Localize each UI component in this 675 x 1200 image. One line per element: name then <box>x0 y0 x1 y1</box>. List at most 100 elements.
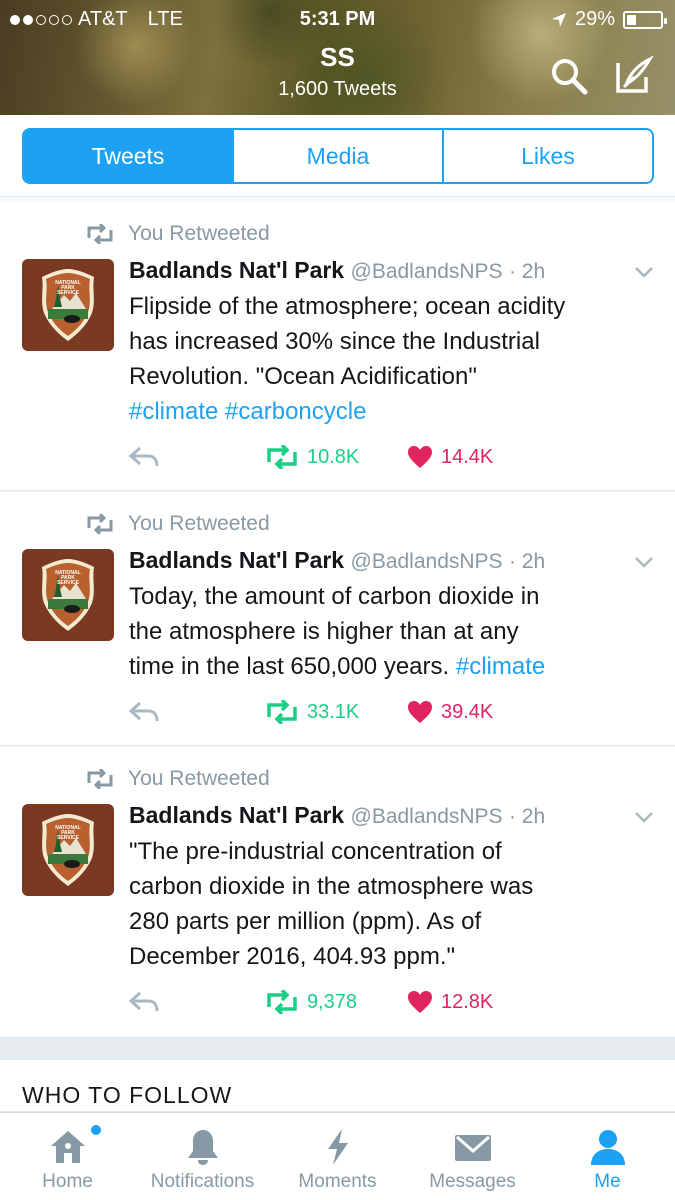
author-handle[interactable]: @BadlandsNPS <box>351 550 503 573</box>
battery-percent: 29% <box>574 8 615 30</box>
svg-text:SERVICE: SERVICE <box>57 835 80 841</box>
avatar[interactable]: NATIONAL PARK SERVICE <box>22 259 114 351</box>
location-arrow-icon <box>551 12 566 27</box>
nps-arrowhead-logo: NATIONAL PARK SERVICE <box>42 814 94 886</box>
search-icon[interactable] <box>548 55 590 97</box>
nav-moments[interactable]: Moments <box>270 1113 405 1200</box>
status-bar: AT&T LTE 5:31 PM 29% <box>0 6 675 34</box>
tweet-text: Today, the amount of carbon dioxide in t… <box>129 579 669 684</box>
retweet-button[interactable]: 33.1K <box>265 700 407 724</box>
retweet-label: You Retweeted <box>128 222 270 245</box>
tweet-card[interactable]: You Retweeted NATIONAL PARK SERVICE Badl… <box>0 492 675 746</box>
tweet-text: "The pre-industrial concentration of car… <box>129 834 659 974</box>
tweet-line: December 2016, 404.93 ppm." <box>129 943 456 970</box>
tweet-line: carbon dioxide in the atmosphere was <box>129 873 534 900</box>
nps-arrowhead-logo: NATIONAL PARK SERVICE <box>42 269 94 341</box>
nps-arrowhead-logo: NATIONAL PARK SERVICE <box>42 559 94 631</box>
tweet-line: "The pre-industrial concentration of <box>129 838 502 865</box>
author-name[interactable]: Badlands Nat'l Park <box>129 802 344 828</box>
nav-messages[interactable]: Messages <box>405 1113 540 1200</box>
tweet-card[interactable]: You Retweeted NATIONAL PARK SERVICE Badl… <box>0 202 675 491</box>
bottom-tab-bar: Home Notifications Moments Messages Me <box>0 1112 675 1200</box>
retweet-context: You Retweeted <box>86 767 270 791</box>
nav-notifications[interactable]: Notifications <box>135 1113 270 1200</box>
retweet-count: 10.8K <box>307 445 360 468</box>
tab-likes[interactable]: Likes <box>444 130 652 182</box>
tab-tweets[interactable]: Tweets <box>24 130 234 182</box>
person-icon <box>590 1130 625 1165</box>
hashtag-link[interactable]: #climate <box>456 653 545 680</box>
retweet-context: You Retweeted <box>86 512 270 536</box>
profile-header: AT&T LTE 5:31 PM 29% SS 1,600 Tweets <box>0 0 675 115</box>
profile-tabs: Tweets Media Likes <box>22 128 654 184</box>
reply-button[interactable] <box>129 446 265 468</box>
compose-tweet-icon[interactable] <box>612 55 654 97</box>
nav-label: Notifications <box>150 1171 255 1192</box>
who-to-follow-heading: WHO TO FOLLOW <box>22 1082 233 1108</box>
bell-icon <box>187 1130 218 1165</box>
like-count: 12.8K <box>441 990 494 1013</box>
tweet-actions: 10.8K 14.4K <box>129 445 493 469</box>
like-button[interactable]: 39.4K <box>407 700 493 724</box>
author-handle[interactable]: @BadlandsNPS <box>351 260 503 283</box>
retweet-icon <box>267 990 297 1014</box>
section-divider <box>0 1038 675 1060</box>
like-button[interactable]: 14.4K <box>407 445 493 469</box>
unread-dot <box>91 1125 101 1135</box>
tweet-time: · 2h <box>508 550 546 573</box>
retweet-context-icon <box>87 514 113 534</box>
chevron-down-icon[interactable] <box>635 556 653 568</box>
tweet-line: Today, the amount of carbon dioxide in <box>129 583 540 610</box>
nav-label: Me <box>594 1171 621 1192</box>
tab-media[interactable]: Media <box>234 130 444 182</box>
hashtag-link[interactable]: #climate #carboncycle <box>129 394 659 429</box>
author-name[interactable]: Badlands Nat'l Park <box>129 257 344 283</box>
reply-button[interactable] <box>129 991 265 1013</box>
reply-icon <box>129 446 159 467</box>
nav-label: Moments <box>298 1171 377 1192</box>
chevron-down-icon[interactable] <box>635 811 653 823</box>
retweet-context-icon <box>87 224 113 244</box>
author-name[interactable]: Badlands Nat'l Park <box>129 547 344 573</box>
tweet-card[interactable]: You Retweeted NATIONAL PARK SERVICE Badl… <box>0 747 675 1038</box>
reply-icon <box>129 991 159 1012</box>
tweet-line: has increased 30% since the Industrial <box>129 328 540 355</box>
chevron-down-icon[interactable] <box>635 266 653 278</box>
reply-button[interactable] <box>129 701 265 723</box>
tweet-line: Revolution. "Ocean Acidification" <box>129 363 477 390</box>
profile-tabs-bar: Tweets Media Likes <box>0 115 675 197</box>
home-icon <box>50 1131 85 1163</box>
tweet-text: Flipside of the atmosphere; ocean acidit… <box>129 289 659 429</box>
retweet-count: 9,378 <box>307 990 358 1013</box>
tweet-author-row: Badlands Nat'l Park @BadlandsNPS · 2h <box>129 257 545 284</box>
tweet-actions: 9,378 12.8K <box>129 990 493 1014</box>
tweet-line: Flipside of the atmosphere; ocean acidit… <box>129 293 566 320</box>
nav-me[interactable]: Me <box>540 1113 675 1200</box>
tweet-author-row: Badlands Nat'l Park @BadlandsNPS · 2h <box>129 802 545 829</box>
retweet-button[interactable]: 10.8K <box>265 445 407 469</box>
svg-text:SERVICE: SERVICE <box>57 290 80 296</box>
tweet-time: · 2h <box>508 260 546 283</box>
svg-text:SERVICE: SERVICE <box>57 580 80 586</box>
retweet-label: You Retweeted <box>128 512 270 535</box>
nav-label: Messages <box>429 1171 516 1192</box>
lightning-icon <box>327 1129 348 1165</box>
nav-home[interactable]: Home <box>0 1113 135 1200</box>
avatar[interactable]: NATIONAL PARK SERVICE <box>22 804 114 896</box>
tweet-time: · 2h <box>508 805 546 828</box>
tweet-line: the atmosphere is higher than at any <box>129 618 519 645</box>
tweet-author-row: Badlands Nat'l Park @BadlandsNPS · 2h <box>129 547 545 574</box>
retweet-count: 33.1K <box>307 700 360 723</box>
envelope-icon <box>454 1135 491 1161</box>
retweet-button[interactable]: 9,378 <box>265 990 407 1014</box>
heart-icon <box>408 701 432 723</box>
retweet-context: You Retweeted <box>86 222 270 246</box>
like-button[interactable]: 12.8K <box>407 990 493 1014</box>
nav-label: Home <box>42 1171 93 1192</box>
retweet-icon <box>267 700 297 724</box>
like-count: 14.4K <box>441 445 494 468</box>
tweet-line: time in the last 650,000 years. #climate <box>129 653 546 680</box>
avatar[interactable]: NATIONAL PARK SERVICE <box>22 549 114 641</box>
heart-icon <box>408 991 432 1013</box>
author-handle[interactable]: @BadlandsNPS <box>351 805 503 828</box>
